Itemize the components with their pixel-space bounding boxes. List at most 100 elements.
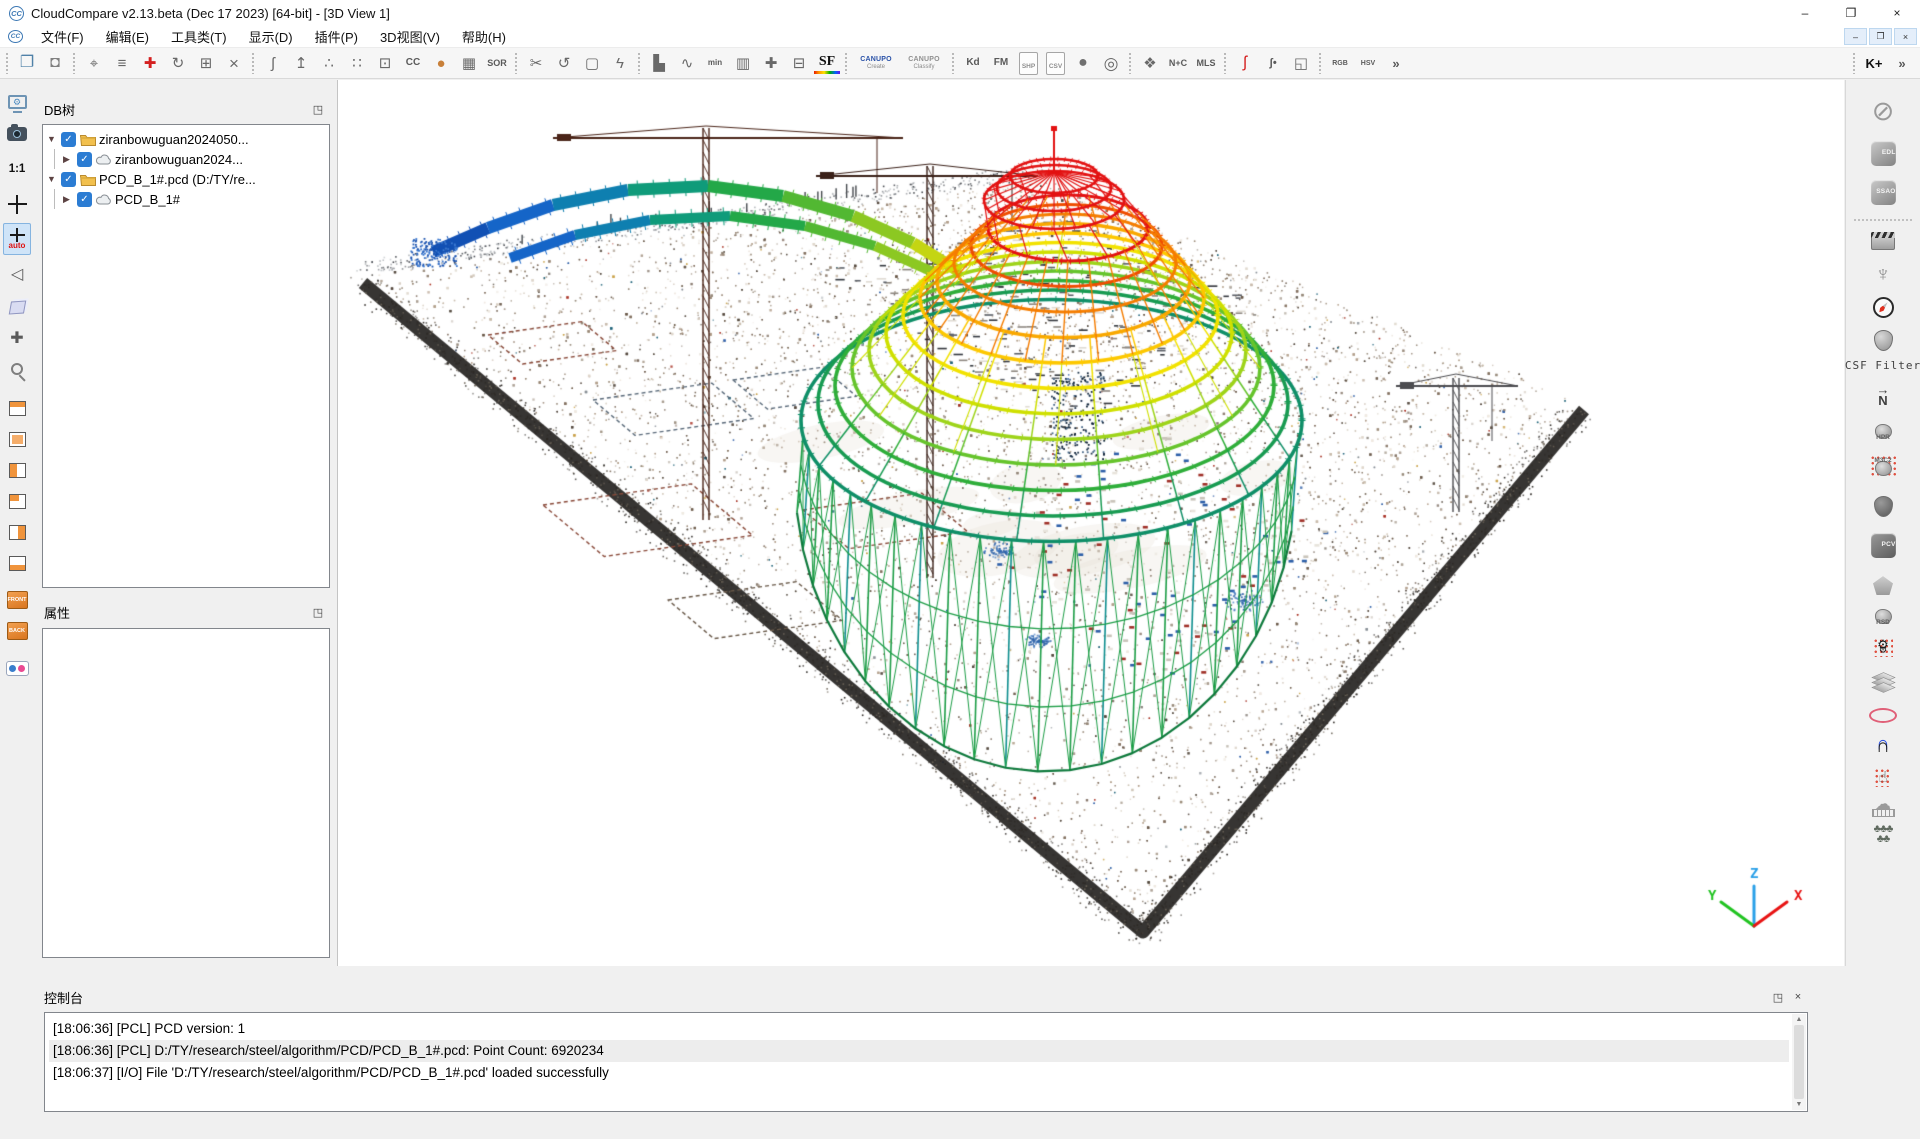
- animation-plugin-icon[interactable]: [1871, 232, 1895, 250]
- hpr-plugin-icon[interactable]: HPR: [1875, 424, 1892, 441]
- tree-checkbox[interactable]: ✓: [61, 172, 76, 187]
- compass-plugin-icon[interactable]: [1873, 297, 1894, 318]
- properties-float-button[interactable]: ◳: [310, 606, 326, 619]
- close-holes-icon[interactable]: ●: [428, 50, 454, 76]
- perspective-view-icon[interactable]: [3, 293, 31, 321]
- globe-sphere-icon[interactable]: ◎: [1098, 50, 1124, 76]
- view-right-icon[interactable]: [3, 518, 31, 546]
- tree-expand-arrow[interactable]: ▶: [63, 154, 77, 165]
- stereo-mode-icon[interactable]: [3, 654, 31, 682]
- edl-shader-icon[interactable]: EDL: [1871, 141, 1896, 166]
- view-front-icon[interactable]: [3, 425, 31, 453]
- shp-export-icon[interactable]: SHP: [1019, 52, 1038, 75]
- ssao-shader-icon[interactable]: SSAO: [1871, 180, 1896, 205]
- menu-item-1[interactable]: 文件(F): [30, 26, 95, 47]
- tree-item-1[interactable]: ▼✓ziranbowuguan2024050...: [43, 129, 329, 149]
- scrollbar-thumb[interactable]: [1794, 1025, 1804, 1099]
- checkerboard-icon[interactable]: ▦: [456, 50, 482, 76]
- sample-points-icon[interactable]: ⊡: [372, 50, 398, 76]
- hsv-filter-icon[interactable]: HSV: [1355, 50, 1381, 76]
- point-cloud-canvas[interactable]: [338, 80, 1844, 966]
- nc-classify-icon[interactable]: N+C: [1165, 50, 1191, 76]
- canupo-create-icon[interactable]: CANUPOCreate: [853, 50, 899, 76]
- menu-item-3[interactable]: 工具类(T): [160, 26, 238, 47]
- rsd-plugin-icon[interactable]: RSD: [1875, 609, 1892, 626]
- canupo-classify-icon[interactable]: CANUPOClassify: [901, 50, 947, 76]
- properties-list-icon[interactable]: ≡: [109, 50, 135, 76]
- curve-points-icon[interactable]: ʃ•: [1260, 50, 1286, 76]
- screenshot-icon[interactable]: [3, 120, 31, 148]
- tree-checkbox[interactable]: ✓: [61, 132, 76, 147]
- view-iso1-icon[interactable]: FRONT: [3, 586, 31, 614]
- histogram-icon[interactable]: ▙: [646, 50, 672, 76]
- ellipse-fit-icon[interactable]: [1869, 708, 1897, 723]
- virtual-broom-icon[interactable]: ☝: [1874, 768, 1891, 787]
- cloud-layers-icon[interactable]: [1876, 671, 1891, 694]
- rotate-view-icon[interactable]: ◁: [3, 260, 31, 288]
- mdi-close-button[interactable]: ×: [1894, 28, 1917, 45]
- plugin-puzzle-icon[interactable]: ❖: [1137, 50, 1163, 76]
- sor-filter-icon[interactable]: SOR: [484, 50, 510, 76]
- add-scalar-field-icon[interactable]: ✚: [758, 50, 784, 76]
- cloud-measure-icon[interactable]: ☁: [1872, 799, 1895, 818]
- k-plus-plugin-icon[interactable]: K+: [1861, 50, 1887, 76]
- cloud-cloud-compare-icon[interactable]: CC: [400, 50, 426, 76]
- console-scrollbar[interactable]: ▲ ▼: [1792, 1014, 1806, 1110]
- menu-item-7[interactable]: 帮助(H): [451, 26, 517, 47]
- tree-expand-arrow[interactable]: ▶: [63, 194, 77, 205]
- tree-expand-arrow[interactable]: ▼: [47, 134, 61, 144]
- tree-item-3[interactable]: ▼✓PCD_B_1#.pcd (D:/TY/re...: [43, 169, 329, 189]
- gauss-curve-icon[interactable]: ∿: [674, 50, 700, 76]
- menu-item-5[interactable]: 插件(P): [304, 26, 369, 47]
- tree-item-4[interactable]: ▶✓PCD_B_1#: [43, 189, 329, 209]
- geometric-features-icon[interactable]: ⚙⚙: [1873, 638, 1893, 657]
- restore-button[interactable]: ❐: [1828, 0, 1874, 26]
- tree-checkbox[interactable]: ✓: [77, 192, 92, 207]
- zoom-1-1-icon[interactable]: 1:1: [3, 155, 31, 183]
- menu-item-2[interactable]: 编辑(E): [95, 26, 160, 47]
- extract-sections-icon[interactable]: ◱: [1288, 50, 1314, 76]
- qshield-plugin-icon[interactable]: [1874, 496, 1893, 517]
- pick-rotation-center-icon[interactable]: [3, 190, 31, 218]
- m3c2-plugin-icon[interactable]: M3C2: [1870, 455, 1895, 478]
- auto-pick-rotation-center-icon[interactable]: auto: [3, 223, 31, 255]
- kd-tree-icon[interactable]: Kd: [960, 50, 986, 76]
- view-iso2-icon[interactable]: BACK: [3, 617, 31, 645]
- save-file-icon[interactable]: ◘: [42, 50, 68, 76]
- scroll-down-icon[interactable]: ▼: [1796, 1101, 1803, 1108]
- merge-entities-icon[interactable]: ⊞: [193, 50, 219, 76]
- rgb-filter-icon[interactable]: RGB: [1327, 50, 1353, 76]
- tree-expand-arrow[interactable]: ▼: [47, 174, 61, 184]
- close-button[interactable]: ×: [1874, 0, 1920, 26]
- point-picking-icon[interactable]: ✚: [137, 50, 163, 76]
- toolbar-overflow2-icon[interactable]: »: [1889, 50, 1915, 76]
- menu-item-4[interactable]: 显示(D): [238, 26, 304, 47]
- min-distance-icon[interactable]: min: [702, 50, 728, 76]
- display-settings-icon[interactable]: ⚙: [3, 90, 31, 118]
- cross-section-icon[interactable]: ↺: [551, 50, 577, 76]
- scissors-segment-icon[interactable]: ✂: [523, 50, 549, 76]
- pentagon-plugin-icon[interactable]: [1873, 576, 1893, 595]
- pcv-plugin-icon[interactable]: PCV: [1871, 533, 1896, 558]
- subsample-cloud-icon[interactable]: ↥: [288, 50, 314, 76]
- noise-filter-icon[interactable]: ∴: [316, 50, 342, 76]
- view-top-icon[interactable]: [3, 394, 31, 422]
- normals-plugin-icon[interactable]: → N: [1877, 384, 1890, 406]
- view-bottom-icon[interactable]: [3, 549, 31, 577]
- toolbar-overflow-icon[interactable]: »: [1383, 50, 1409, 76]
- console-float-button[interactable]: ◳: [1770, 991, 1786, 1004]
- treeiso-plugin-icon[interactable]: ♣♣♣ ♣♣: [1874, 825, 1893, 845]
- arch-plugin-icon[interactable]: ∩: [1876, 737, 1890, 756]
- zoom-lens-icon[interactable]: [3, 355, 31, 383]
- no-filter-icon[interactable]: ⊘: [1872, 98, 1895, 125]
- minimize-button[interactable]: –: [1782, 0, 1828, 26]
- csv-export-icon[interactable]: CSV: [1046, 52, 1065, 75]
- pcv-curve-icon[interactable]: ʃ: [1232, 50, 1258, 76]
- fm-plugin-icon[interactable]: FM: [988, 50, 1014, 76]
- level-tool-icon[interactable]: ϟ: [607, 50, 633, 76]
- csf-rake-icon[interactable]: ♆: [1875, 264, 1891, 285]
- view-back-icon[interactable]: [3, 487, 31, 515]
- sf-colorscale-icon[interactable]: SF: [814, 53, 840, 74]
- facets-icon[interactable]: ●: [1070, 50, 1096, 76]
- open-file-icon[interactable]: ❐: [14, 50, 40, 76]
